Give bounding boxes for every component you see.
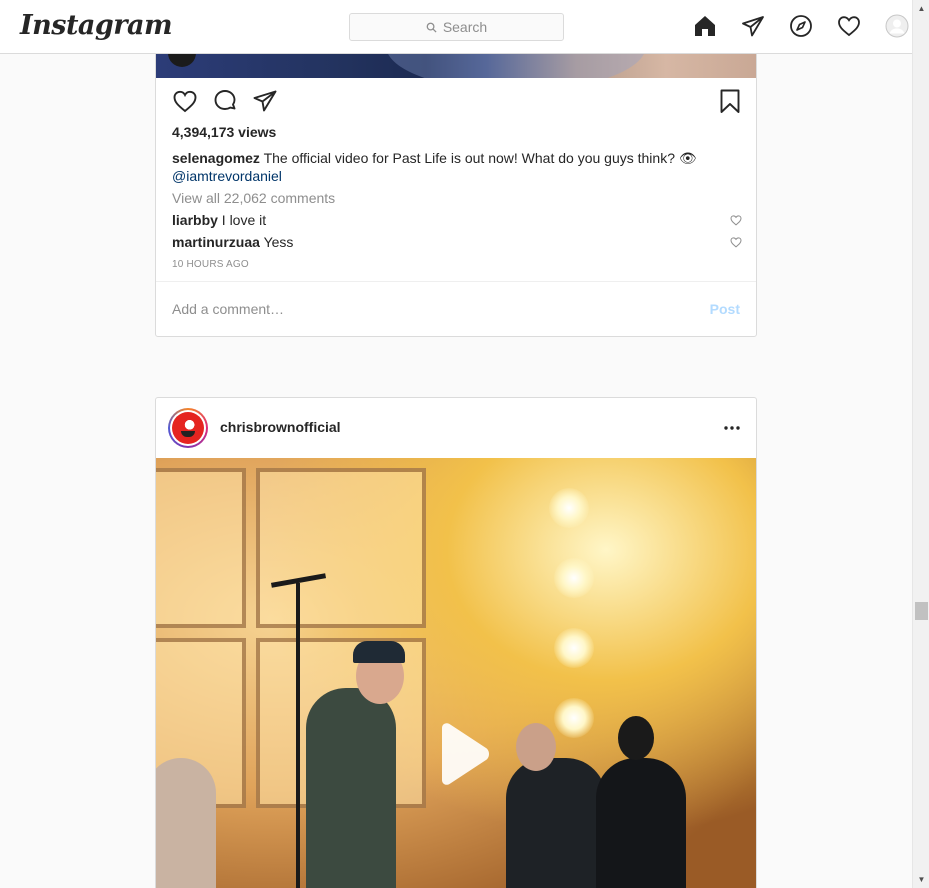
stage-light [554,628,594,668]
more-options-icon[interactable] [722,418,742,438]
avatar [172,412,204,444]
scroll-up-arrow-icon[interactable]: ▲ [913,0,929,17]
profile-avatar-icon[interactable] [884,13,910,39]
stage-panel [256,468,426,628]
performer-figure [596,758,686,888]
stage-light [554,698,594,738]
performer-figure [306,688,396,888]
caption-text: The official video for Past Life is out … [263,150,697,166]
home-icon[interactable] [692,13,718,39]
post-timestamp[interactable]: 10 HOURS AGO [172,259,249,270]
comment-row: martinurzuaa Yess [172,234,742,250]
comment-username[interactable]: liarbby [172,212,218,228]
page-scrollbar[interactable]: ▲ ▼ [912,0,929,888]
comment-username[interactable]: martinurzuaa [172,234,260,250]
stage-panel [156,468,246,628]
comment-like-icon[interactable] [730,236,742,248]
search-icon [426,22,437,33]
caption-username[interactable]: selenagomez [172,150,260,166]
nav-icons [692,13,910,39]
search-input[interactable]: Search [349,13,564,41]
stage-light [549,488,589,528]
feed-post: chrisbrownofficial [155,397,757,888]
direct-icon[interactable] [740,13,766,39]
performer-head [618,716,654,760]
scrollbar-thumb[interactable] [915,602,928,620]
performer-head [516,723,556,771]
story-ring-avatar[interactable] [168,408,208,448]
caption-mention-link[interactable]: @iamtrevordaniel [172,168,282,184]
explore-icon[interactable] [788,13,814,39]
add-comment-section: Add a comment… Post [156,281,756,337]
play-icon[interactable] [428,722,492,786]
post-video[interactable] [156,458,756,888]
share-direct-icon[interactable] [252,88,278,114]
view-count[interactable]: 4,394,173 views [172,124,276,140]
comment-bubble-icon[interactable] [212,88,238,114]
activity-heart-icon[interactable] [836,13,862,39]
comment-input[interactable]: Add a comment… [172,301,284,317]
comment-like-icon[interactable] [730,214,742,226]
post-actions [156,88,756,116]
comment-text: I love it [221,212,267,228]
bookmark-icon[interactable] [717,88,743,114]
comment-row: liarbby I love it [172,212,742,228]
performer-cap [353,641,405,663]
crowd-figure [156,758,216,888]
top-navigation-bar: Instagram Search [0,0,912,54]
post-username[interactable]: chrisbrownofficial [220,419,341,435]
performer-figure [506,758,606,888]
comment-text: Yess [263,234,294,250]
like-heart-icon[interactable] [172,88,198,114]
post-comment-button[interactable]: Post [710,301,740,317]
view-all-comments-link[interactable]: View all 22,062 comments [172,190,335,206]
search-placeholder: Search [442,19,488,35]
post-caption: selenagomez The official video for Past … [172,149,742,185]
stage-light [554,558,594,598]
scroll-down-arrow-icon[interactable]: ▼ [913,871,929,888]
mic-stand [296,583,300,888]
avatar-frame [170,410,206,446]
instagram-logo[interactable]: Instagram [20,10,173,41]
post-header: chrisbrownofficial [156,398,756,458]
